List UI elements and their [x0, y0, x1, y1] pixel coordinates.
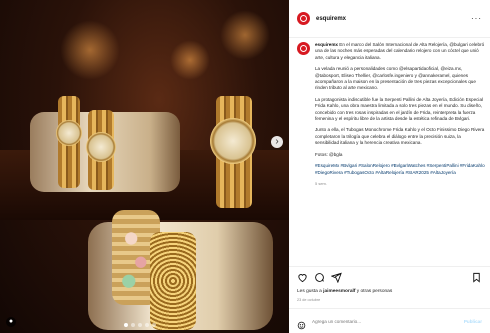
likes-user[interactable]: jaimeesmoralf — [323, 289, 355, 294]
caption-timestamp: 5 sem. — [315, 180, 328, 186]
caption-paragraph: Junto a ella, el Tubogas Monochrome Frid… — [315, 127, 485, 146]
emoji-icon[interactable] — [297, 317, 306, 329]
caption-text: En el marco del Salón Internacional de A… — [315, 42, 485, 60]
comment-bar: Publicar — [289, 308, 490, 333]
post-username[interactable]: esquiremx — [316, 16, 346, 22]
post-caption: esquiremx En el marco del Salón Internac… — [297, 42, 485, 264]
heart-icon[interactable] — [297, 272, 308, 283]
likes-suffix: y otras personas — [356, 289, 393, 294]
watch-dial — [86, 132, 116, 162]
caption-paragraph: esquiremx En el marco del Salón Internac… — [315, 42, 485, 61]
likes-summary[interactable]: Les gusta a jaimeesmoralf y otras person… — [297, 289, 392, 294]
post-header: esquiremx ··· — [289, 0, 490, 38]
post-date: 23 de octubre — [297, 298, 321, 302]
carousel-dot — [145, 323, 149, 327]
bokeh-light — [60, 20, 120, 80]
post-photo[interactable]: › ● — [0, 0, 289, 333]
watch-dial — [56, 120, 82, 146]
avatar[interactable] — [297, 12, 310, 25]
caption-paragraph: Fotos: @bgla — [315, 151, 343, 157]
watch-dial — [210, 118, 256, 164]
carousel-dot — [152, 323, 156, 327]
post-details-panel: esquiremx ··· esquiremx En el marco del … — [289, 0, 490, 333]
caption-paragraph: La protagonista indiscutible fue la Serp… — [315, 96, 484, 122]
carousel-dot — [124, 323, 128, 327]
caption-username[interactable]: esquiremx — [315, 42, 338, 47]
action-bar — [289, 266, 490, 288]
post-modal: › ● esquiremx ··· esquiremx En el marco … — [0, 0, 490, 333]
bookmark-icon[interactable] — [471, 272, 482, 283]
carousel-indicator — [124, 323, 156, 327]
caption-paragraph: La velada reunió a personalidades como @… — [315, 66, 476, 91]
gold-chain-bracelet — [150, 232, 196, 330]
user-tag-icon[interactable]: ● — [6, 317, 16, 327]
next-photo-button[interactable]: › — [271, 136, 283, 148]
send-icon[interactable] — [331, 272, 342, 283]
more-options-icon[interactable]: ··· — [471, 14, 482, 23]
comment-icon[interactable] — [314, 272, 325, 283]
carousel-dot — [138, 323, 142, 327]
comment-input[interactable] — [312, 318, 464, 324]
bokeh-light — [170, 40, 210, 80]
caption-hashtags[interactable]: #EsquireMx #Bvlgari #SalonRelojero #Bvlg… — [315, 163, 485, 176]
bokeh-light — [220, 10, 270, 60]
carousel-dot — [131, 323, 135, 327]
post-comment-button[interactable]: Publicar — [464, 319, 482, 324]
likes-prefix: Les gusta a — [297, 289, 322, 294]
caption-body: esquiremx En el marco del Salón Internac… — [315, 42, 485, 187]
avatar[interactable] — [297, 42, 310, 55]
